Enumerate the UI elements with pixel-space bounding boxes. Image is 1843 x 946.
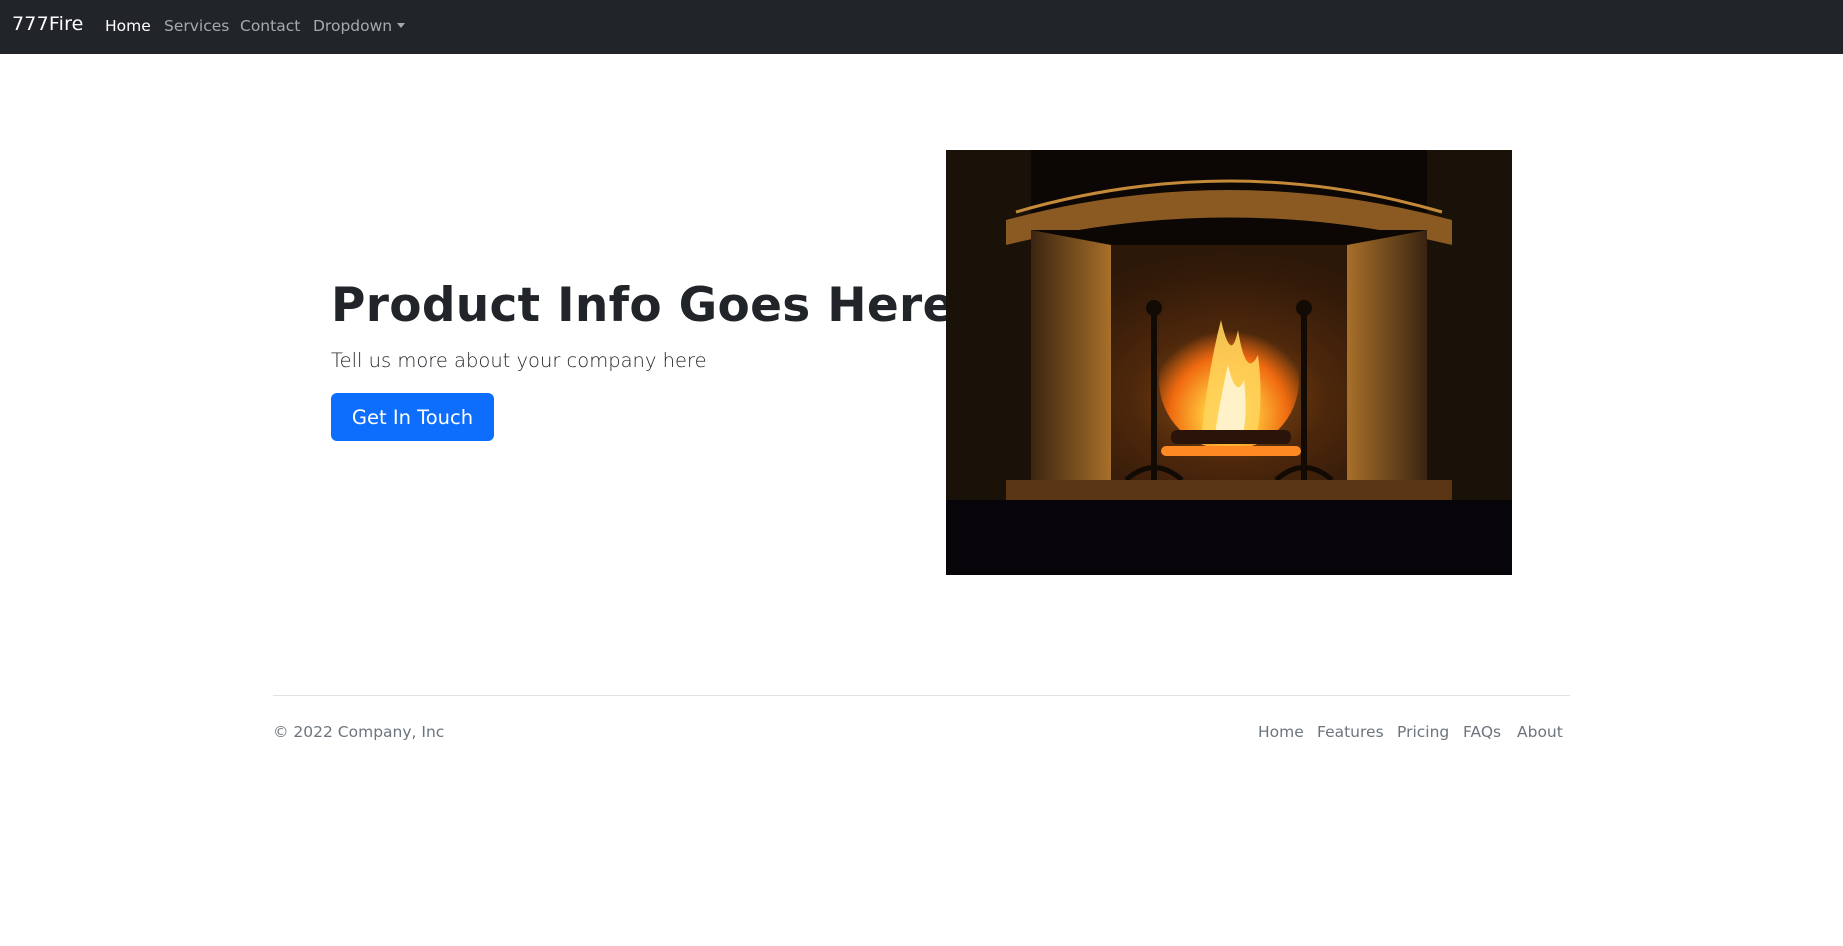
caret-down-icon xyxy=(397,23,406,28)
brand-logo-link[interactable]: 777Fire xyxy=(12,13,84,35)
hero-subtitle: Tell us more about your company here xyxy=(331,349,707,372)
fireplace-image xyxy=(946,150,1512,575)
footer-divider xyxy=(273,695,1570,696)
nav-link-services[interactable]: Services xyxy=(164,17,229,35)
top-navbar: 777Fire Home Services Contact Dropdown xyxy=(0,0,1843,54)
nav-dropdown-toggle[interactable]: Dropdown xyxy=(313,17,406,35)
footer-link-home[interactable]: Home xyxy=(1258,723,1304,741)
footer-link-about[interactable]: About xyxy=(1517,723,1563,741)
get-in-touch-button[interactable]: Get In Touch xyxy=(331,393,494,441)
nav-dropdown-label: Dropdown xyxy=(313,17,393,35)
footer-copyright: © 2022 Company, Inc xyxy=(273,723,445,741)
nav-link-contact[interactable]: Contact xyxy=(240,17,300,35)
footer-link-faqs[interactable]: FAQs xyxy=(1463,723,1501,741)
hero-title: Product Info Goes Here xyxy=(331,278,955,333)
nav-link-home[interactable]: Home xyxy=(105,17,151,35)
footer-link-pricing[interactable]: Pricing xyxy=(1397,723,1449,741)
footer-link-features[interactable]: Features xyxy=(1317,723,1384,741)
